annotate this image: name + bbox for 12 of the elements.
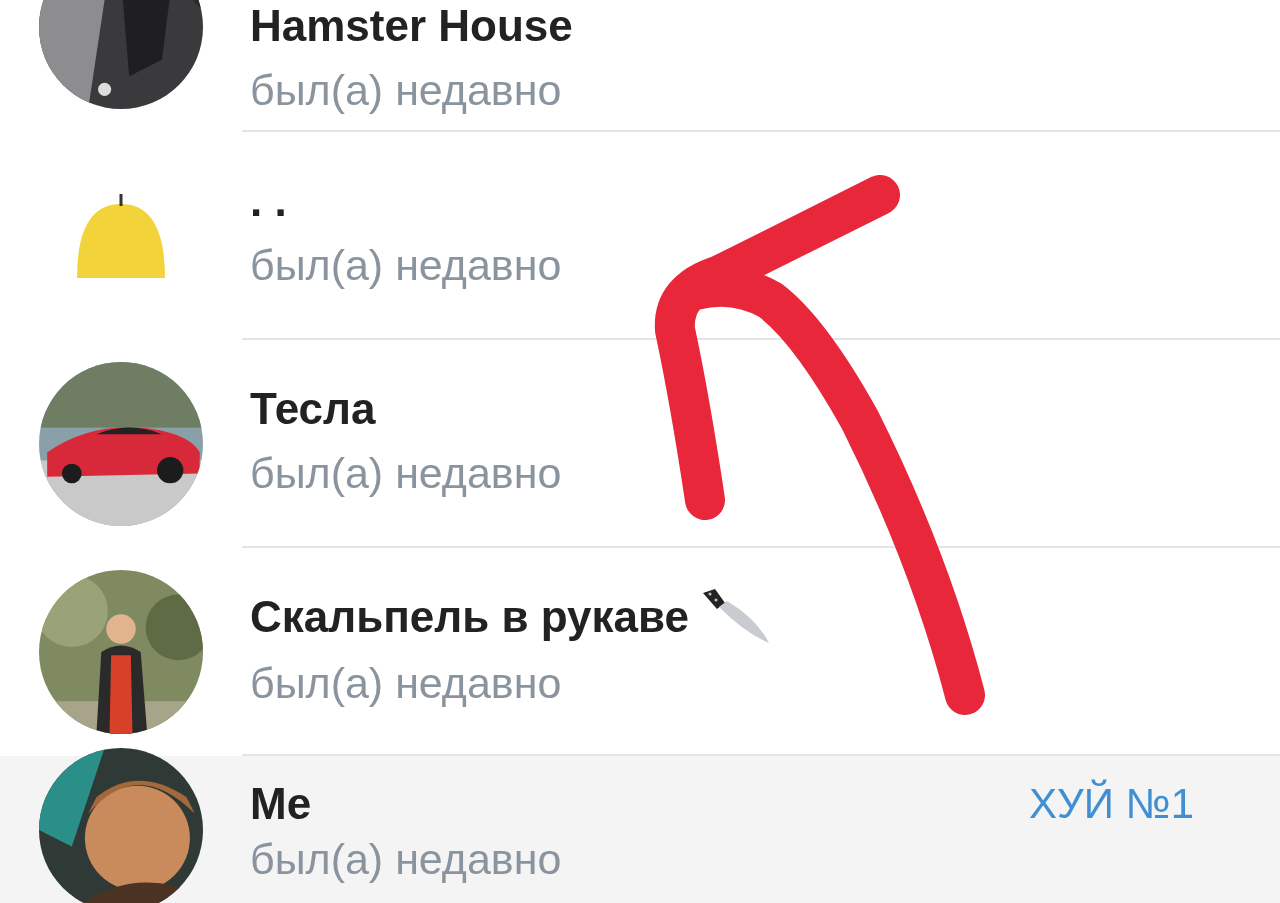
knife-icon	[701, 589, 771, 645]
contact-name: Скальпель в рукаве	[250, 591, 689, 643]
contact-status: был(а) недавно	[250, 240, 563, 291]
contact-status: был(а) недавно	[250, 658, 563, 709]
contact-status: был(а) недавно	[250, 448, 563, 499]
contact-status: был(а) недавно	[250, 834, 563, 884]
contact-status: был(а) недавно	[250, 65, 563, 116]
contact-tag: ХУЙ №1	[1029, 780, 1194, 828]
contact-name: . .	[250, 175, 287, 227]
contact-name: Hamster House	[250, 0, 573, 52]
contact-name: Me	[250, 778, 312, 830]
contact-name: Тесла	[250, 383, 376, 435]
